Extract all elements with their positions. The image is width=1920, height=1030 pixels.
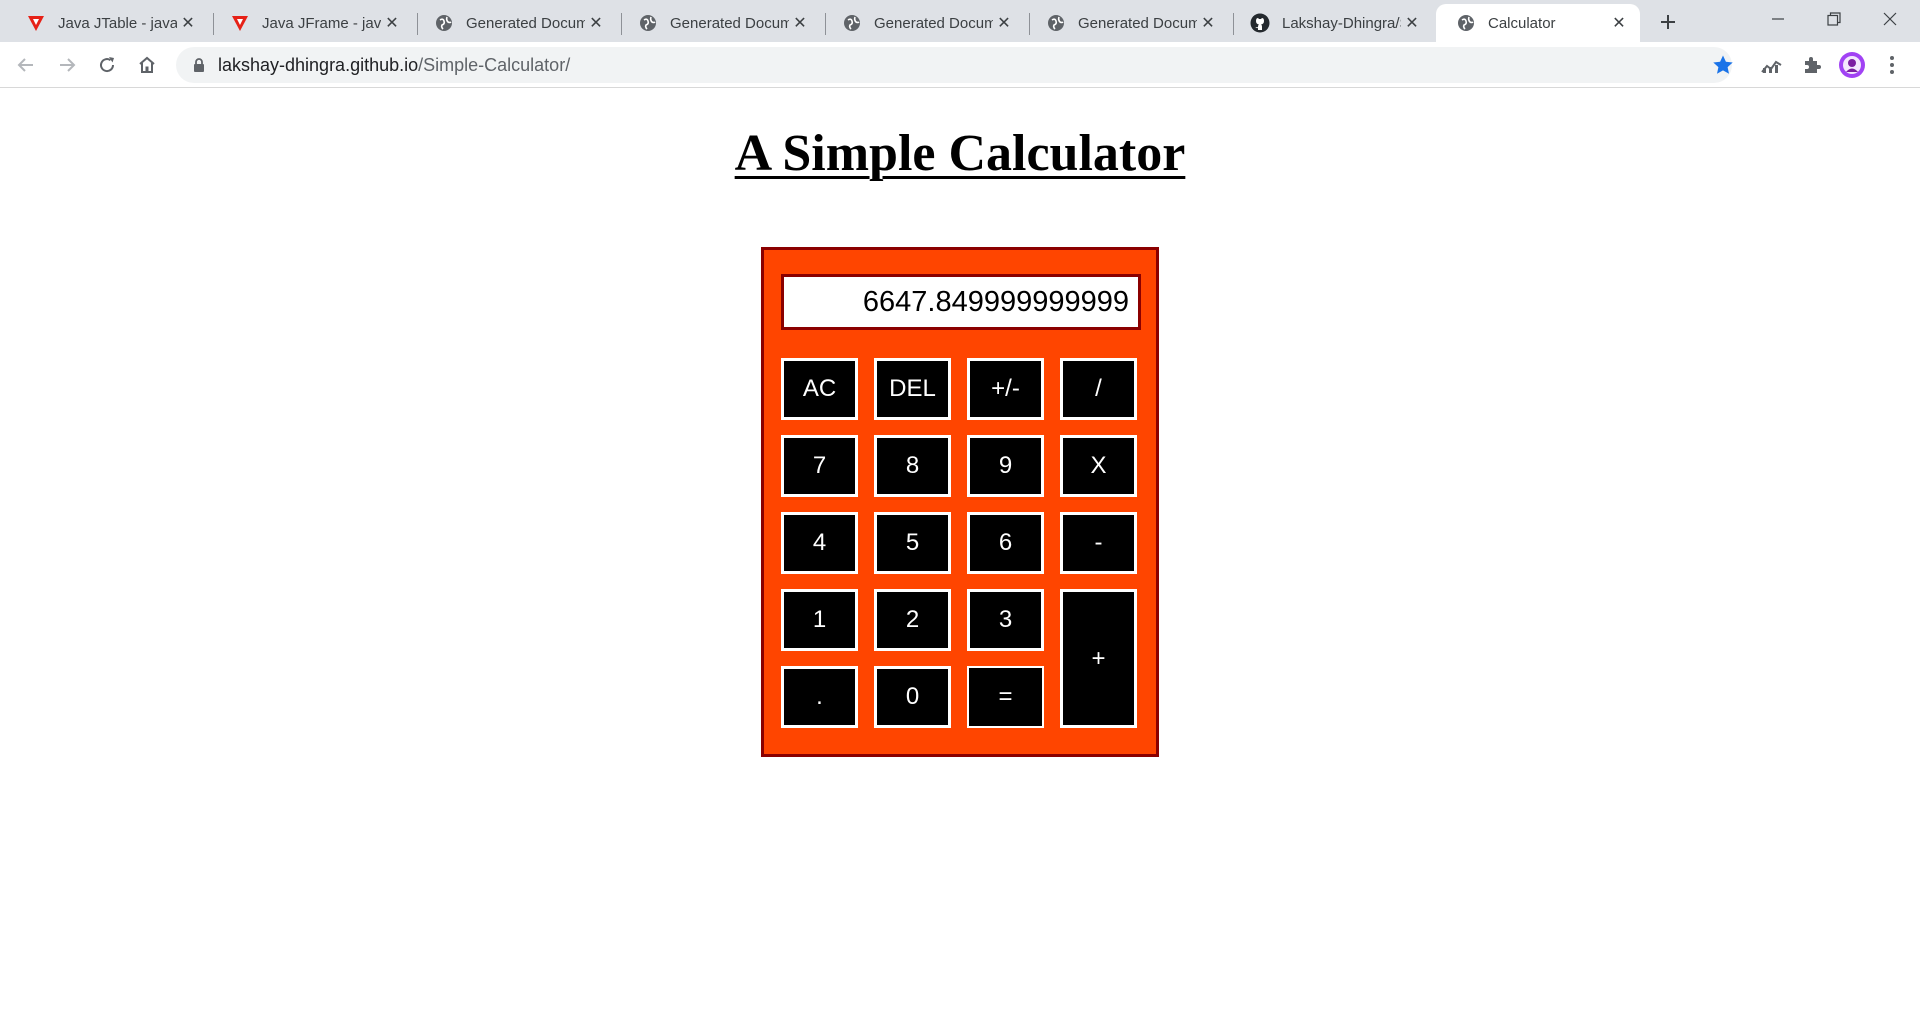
browser-tab[interactable]: Lakshay-Dhingra/Simple-Calculator ✕ [1230, 4, 1433, 42]
digit-3-button[interactable]: 3 [967, 589, 1044, 651]
tab-strip: Java JTable - javatpoint ✕ Java JFrame -… [0, 0, 1920, 42]
browser-tab[interactable]: Java JTable - javatpoint ✕ [6, 4, 209, 42]
profile-avatar[interactable] [1836, 49, 1868, 81]
address-bar[interactable]: lakshay-dhingra.github.io/Simple-Calcula… [176, 47, 1734, 83]
multiply-button[interactable]: X [1060, 435, 1137, 497]
minus-button[interactable]: - [1060, 512, 1137, 574]
url-path: /Simple-Calculator/ [418, 55, 571, 75]
tab-title: Generated Document [466, 14, 585, 32]
tab-title: Java JTable - javatpoint [58, 14, 177, 32]
lock-icon[interactable] [192, 57, 206, 78]
globe-icon [1046, 13, 1066, 33]
digit-2-button[interactable]: 2 [874, 589, 951, 651]
forward-button[interactable] [51, 49, 83, 81]
browser-tab[interactable]: Generated Document ✕ [618, 4, 821, 42]
reload-icon [100, 57, 115, 73]
kebab-menu-icon[interactable] [1876, 49, 1908, 81]
home-icon [139, 56, 155, 73]
close-icon[interactable]: ✕ [789, 12, 811, 34]
back-button[interactable] [10, 49, 42, 81]
calculator-display: 6647.849999999999 [781, 274, 1141, 330]
globe-icon [434, 13, 454, 33]
page-title: A Simple Calculator [734, 125, 1186, 182]
equals-button[interactable]: = [967, 666, 1044, 728]
bookmark-star-icon[interactable] [1712, 54, 1734, 81]
tab-title: Generated Document [874, 14, 993, 32]
close-window-button[interactable] [1862, 0, 1918, 38]
digit-6-button[interactable]: 6 [967, 512, 1044, 574]
browser-tab-active[interactable]: Calculator ✕ [1436, 4, 1640, 42]
restore-button[interactable] [1806, 0, 1862, 38]
minimize-button[interactable] [1750, 0, 1806, 38]
new-tab-button[interactable] [1652, 8, 1684, 36]
javatpoint-icon [230, 13, 250, 33]
tab-title: Java JFrame - javatpoint [262, 14, 381, 32]
decimal-point-button[interactable]: . [781, 666, 858, 728]
globe-icon [842, 13, 862, 33]
digit-4-button[interactable]: 4 [781, 512, 858, 574]
divide-button[interactable]: / [1060, 358, 1137, 420]
digit-7-button[interactable]: 7 [781, 435, 858, 497]
browser-tab[interactable]: Generated Document ✕ [414, 4, 617, 42]
digit-9-button[interactable]: 9 [967, 435, 1044, 497]
tab-title: Calculator [1488, 14, 1556, 32]
url-host: lakshay-dhingra.github.io [218, 55, 419, 75]
digit-0-button[interactable]: 0 [874, 666, 951, 728]
github-icon [1250, 13, 1270, 33]
tab-title: Generated Document [1078, 14, 1197, 32]
delete-button[interactable]: DEL [874, 358, 951, 420]
url-text[interactable]: lakshay-dhingra.github.io/Simple-Calcula… [218, 55, 570, 76]
calculator: 6647.849999999999 AC DEL +/- / 7 8 9 X 4… [761, 247, 1159, 757]
javatpoint-icon [26, 13, 46, 33]
digit-1-button[interactable]: 1 [781, 589, 858, 651]
digit-8-button[interactable]: 8 [874, 435, 951, 497]
performance-icon[interactable] [1756, 49, 1788, 81]
tab-title: Generated Document [670, 14, 789, 32]
plus-button[interactable]: + [1060, 589, 1137, 728]
extensions-puzzle-icon[interactable] [1796, 49, 1828, 81]
close-icon[interactable]: ✕ [381, 12, 403, 34]
browser-toolbar: lakshay-dhingra.github.io/Simple-Calcula… [0, 42, 1920, 88]
sign-toggle-button[interactable]: +/- [967, 358, 1044, 420]
browser-tab[interactable]: Generated Document ✕ [1026, 4, 1229, 42]
arrow-left-icon [17, 58, 33, 72]
digit-5-button[interactable]: 5 [874, 512, 951, 574]
close-icon[interactable]: ✕ [1197, 12, 1219, 34]
reload-button[interactable] [91, 49, 123, 81]
globe-icon [1456, 13, 1476, 33]
close-icon[interactable]: ✕ [993, 12, 1015, 34]
browser-tab[interactable]: Java JFrame - javatpoint ✕ [210, 4, 413, 42]
close-icon[interactable]: ✕ [1608, 12, 1630, 34]
close-icon[interactable]: ✕ [1401, 12, 1423, 34]
browser-tab[interactable]: Generated Document ✕ [822, 4, 1025, 42]
close-icon[interactable]: ✕ [177, 12, 199, 34]
globe-icon [638, 13, 658, 33]
arrow-right-icon [60, 58, 76, 72]
home-button[interactable] [131, 49, 163, 81]
tab-title: Lakshay-Dhingra/Simple-Calculator [1282, 14, 1401, 32]
ac-button[interactable]: AC [781, 358, 858, 420]
close-icon[interactable]: ✕ [585, 12, 607, 34]
